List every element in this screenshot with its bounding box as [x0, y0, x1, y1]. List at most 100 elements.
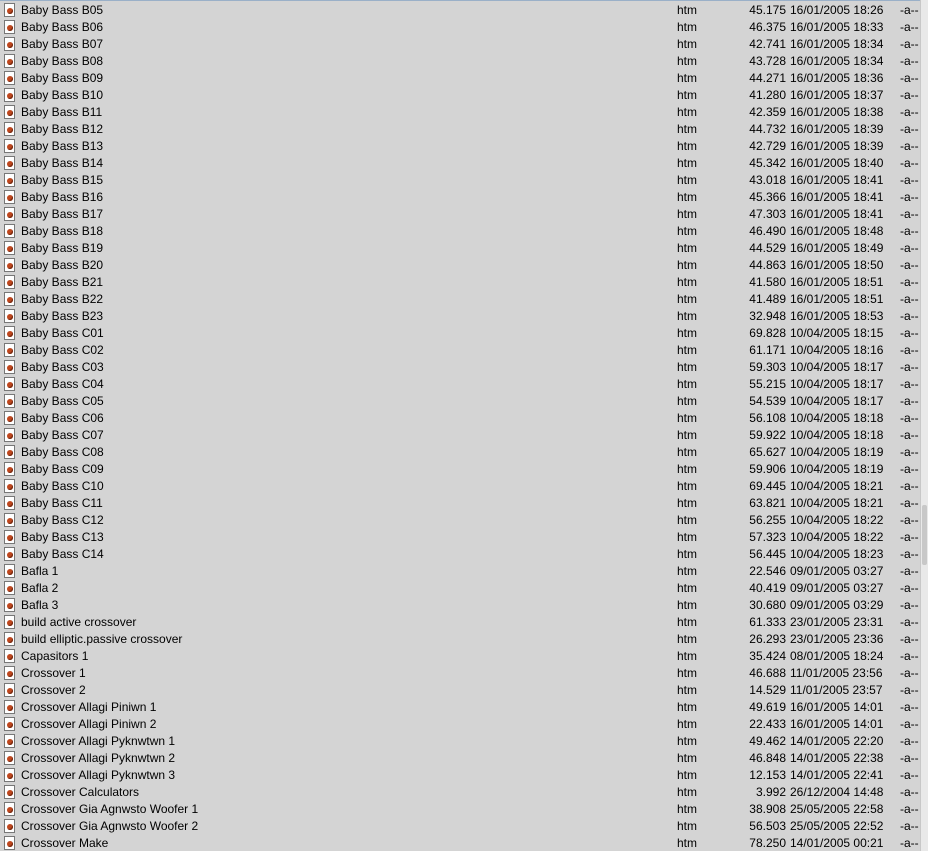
html-document-icon	[4, 462, 15, 476]
file-attributes: -a--	[900, 632, 919, 646]
file-extension: htm	[677, 683, 698, 697]
file-row[interactable]: Baby Bass C10 htm 69.445 10/04/2005 18:21 -a…	[0, 478, 920, 495]
file-row[interactable]: Crossover Gia Agnwsto Woofer 1 htm 38.908 2…	[0, 801, 920, 818]
file-attributes: -a--	[900, 377, 919, 391]
html-document-icon	[4, 785, 15, 799]
file-row[interactable]: Baby Bass B05 htm 45.175 16/01/2005 18:26 -a…	[0, 2, 920, 19]
file-row[interactable]: Crossover Gia Agnwsto Woofer 2 htm 56.503 2…	[0, 818, 920, 835]
file-size: 3.992	[755, 785, 786, 799]
file-row[interactable]: Baby Bass C14 htm 56.445 10/04/2005 18:23 -a…	[0, 546, 920, 563]
file-row[interactable]: Baby Bass B16 htm 45.366 16/01/2005 18:41 -a…	[0, 189, 920, 206]
file-row[interactable]: Baby Bass B13 htm 42.729 16/01/2005 18:39 -a…	[0, 138, 920, 155]
file-date: 16/01/2005 18:34	[790, 37, 884, 51]
file-extension: htm	[677, 411, 698, 425]
file-row[interactable]: Baby Bass B21 htm 41.580 16/01/2005 18:51 -a…	[0, 274, 920, 291]
html-document-icon	[4, 292, 15, 306]
file-row[interactable]: Crossover Allagi Pyknwtwn 2 htm 46.848 14/0…	[0, 750, 920, 767]
file-row[interactable]: Baby Bass B22 htm 41.489 16/01/2005 18:51 -a…	[0, 291, 920, 308]
file-row[interactable]: Crossover Allagi Piniwn 2 htm 22.433 16/01/…	[0, 716, 920, 733]
html-document-icon	[4, 836, 15, 850]
file-name: Baby Bass B09	[21, 71, 104, 85]
file-attributes: -a--	[900, 156, 919, 170]
file-name: Baby Bass B06	[21, 20, 104, 34]
file-row[interactable]: Baby Bass C07 htm 59.922 10/04/2005 18:18 -a…	[0, 427, 920, 444]
file-size: 12.153	[749, 768, 786, 782]
file-name: Baby Bass C14	[21, 547, 104, 561]
file-row[interactable]: Baby Bass C11 htm 63.821 10/04/2005 18:21 -a…	[0, 495, 920, 512]
file-name: Baby Bass B17	[21, 207, 104, 221]
file-date: 14/01/2005 22:38	[790, 751, 884, 765]
file-list[interactable]: Baby Bass B05 htm 45.175 16/01/2005 18:26 -a…	[0, 0, 920, 851]
file-row[interactable]: Crossover Allagi Pyknwtwn 3 htm 12.153 14/0…	[0, 767, 920, 784]
file-row[interactable]: Crossover 1 htm 46.688 11/01/2005 23:56 -a--	[0, 665, 920, 682]
file-row[interactable]: Baby Bass B18 htm 46.490 16/01/2005 18:48 -a…	[0, 223, 920, 240]
file-row[interactable]: Crossover Allagi Pyknwtwn 1 htm 49.462 14/0…	[0, 733, 920, 750]
file-extension: htm	[677, 309, 698, 323]
file-row[interactable]: Crossover Allagi Piniwn 1 htm 49.619 16/01/…	[0, 699, 920, 716]
file-extension: htm	[677, 122, 698, 136]
file-date: 10/04/2005 18:23	[790, 547, 884, 561]
file-extension: htm	[677, 564, 698, 578]
file-name: Crossover Calculators	[21, 785, 140, 799]
file-row[interactable]: Baby Bass B15 htm 43.018 16/01/2005 18:41 -a…	[0, 172, 920, 189]
file-row[interactable]: Baby Bass B19 htm 44.529 16/01/2005 18:49 -a…	[0, 240, 920, 257]
file-row[interactable]: Baby Bass B17 htm 47.303 16/01/2005 18:41 -a…	[0, 206, 920, 223]
file-attributes: -a--	[900, 564, 919, 578]
file-attributes: -a--	[900, 700, 919, 714]
file-attributes: -a--	[900, 275, 919, 289]
vertical-scrollbar[interactable]	[920, 0, 928, 851]
file-row[interactable]: build active crossover htm 61.333 23/01/200…	[0, 614, 920, 631]
file-row[interactable]: Baby Bass C01 htm 69.828 10/04/2005 18:15 -a…	[0, 325, 920, 342]
html-document-icon	[4, 105, 15, 119]
file-row[interactable]: Baby Bass B12 htm 44.732 16/01/2005 18:39 -a…	[0, 121, 920, 138]
file-row[interactable]: Baby Bass C12 htm 56.255 10/04/2005 18:22 -a…	[0, 512, 920, 529]
file-row[interactable]: Baby Bass B07 htm 42.741 16/01/2005 18:34 -a…	[0, 36, 920, 53]
file-row[interactable]: Bafla 1 htm 22.546 09/01/2005 03:27 -a--	[0, 563, 920, 580]
file-row[interactable]: Baby Bass B11 htm 42.359 16/01/2005 18:38 -a…	[0, 104, 920, 121]
file-row[interactable]: Baby Bass B14 htm 45.342 16/01/2005 18:40 -a…	[0, 155, 920, 172]
html-document-icon	[4, 683, 15, 697]
html-document-icon	[4, 20, 15, 34]
file-row[interactable]: Baby Bass B10 htm 41.280 16/01/2005 18:37 -a…	[0, 87, 920, 104]
html-document-icon	[4, 649, 15, 663]
file-row[interactable]: Baby Bass B06 htm 46.375 16/01/2005 18:33 -a…	[0, 19, 920, 36]
file-row[interactable]: Crossover Make htm 78.250 14/01/2005 00:21 -…	[0, 835, 920, 851]
file-date: 11/01/2005 23:57	[790, 683, 883, 697]
file-row[interactable]: Crossover Calculators htm 3.992 26/12/2004 …	[0, 784, 920, 801]
file-row[interactable]: Crossover 2 htm 14.529 11/01/2005 23:57 -a--	[0, 682, 920, 699]
html-document-icon	[4, 802, 15, 816]
file-row[interactable]: Baby Bass B08 htm 43.728 16/01/2005 18:34 -a…	[0, 53, 920, 70]
file-row[interactable]: Baby Bass C04 htm 55.215 10/04/2005 18:17 -a…	[0, 376, 920, 393]
file-attributes: -a--	[900, 530, 919, 544]
file-row[interactable]: build elliptic.passive crossover htm 26.29…	[0, 631, 920, 648]
file-row[interactable]: Capasitors 1 htm 35.424 08/01/2005 18:24 -a-…	[0, 648, 920, 665]
file-row[interactable]: Baby Bass B20 htm 44.863 16/01/2005 18:50 -a…	[0, 257, 920, 274]
file-name: Baby Bass C03	[21, 360, 104, 374]
file-size: 44.732	[749, 122, 786, 136]
file-name: Crossover Gia Agnwsto Woofer 1	[21, 802, 199, 816]
file-row[interactable]: Baby Bass B09 htm 44.271 16/01/2005 18:36 -a…	[0, 70, 920, 87]
file-row[interactable]: Baby Bass C09 htm 59.906 10/04/2005 18:19 -a…	[0, 461, 920, 478]
html-document-icon	[4, 751, 15, 765]
file-row[interactable]: Bafla 3 htm 30.680 09/01/2005 03:29 -a--	[0, 597, 920, 614]
file-row[interactable]: Baby Bass C13 htm 57.323 10/04/2005 18:22 -a…	[0, 529, 920, 546]
file-size: 63.821	[749, 496, 786, 510]
scrollbar-thumb[interactable]	[922, 505, 927, 565]
file-attributes: -a--	[900, 411, 919, 425]
file-extension: htm	[677, 105, 698, 119]
file-extension: htm	[677, 88, 698, 102]
file-row[interactable]: Baby Bass C05 htm 54.539 10/04/2005 18:17 -a…	[0, 393, 920, 410]
file-attributes: -a--	[900, 207, 919, 221]
file-row[interactable]: Baby Bass B23 htm 32.948 16/01/2005 18:53 -a…	[0, 308, 920, 325]
file-row[interactable]: Baby Bass C08 htm 65.627 10/04/2005 18:19 -a…	[0, 444, 920, 461]
file-extension: htm	[677, 258, 698, 272]
file-name: Baby Bass B07	[21, 37, 104, 51]
file-attributes: -a--	[900, 836, 919, 850]
file-extension: htm	[677, 836, 698, 850]
file-extension: htm	[677, 700, 698, 714]
file-name: Crossover 2	[21, 683, 86, 697]
file-row[interactable]: Baby Bass C03 htm 59.303 10/04/2005 18:17 -a…	[0, 359, 920, 376]
file-row[interactable]: Baby Bass C02 htm 61.171 10/04/2005 18:16 -a…	[0, 342, 920, 359]
file-row[interactable]: Baby Bass C06 htm 56.108 10/04/2005 18:18 -a…	[0, 410, 920, 427]
file-row[interactable]: Bafla 2 htm 40.419 09/01/2005 03:27 -a--	[0, 580, 920, 597]
